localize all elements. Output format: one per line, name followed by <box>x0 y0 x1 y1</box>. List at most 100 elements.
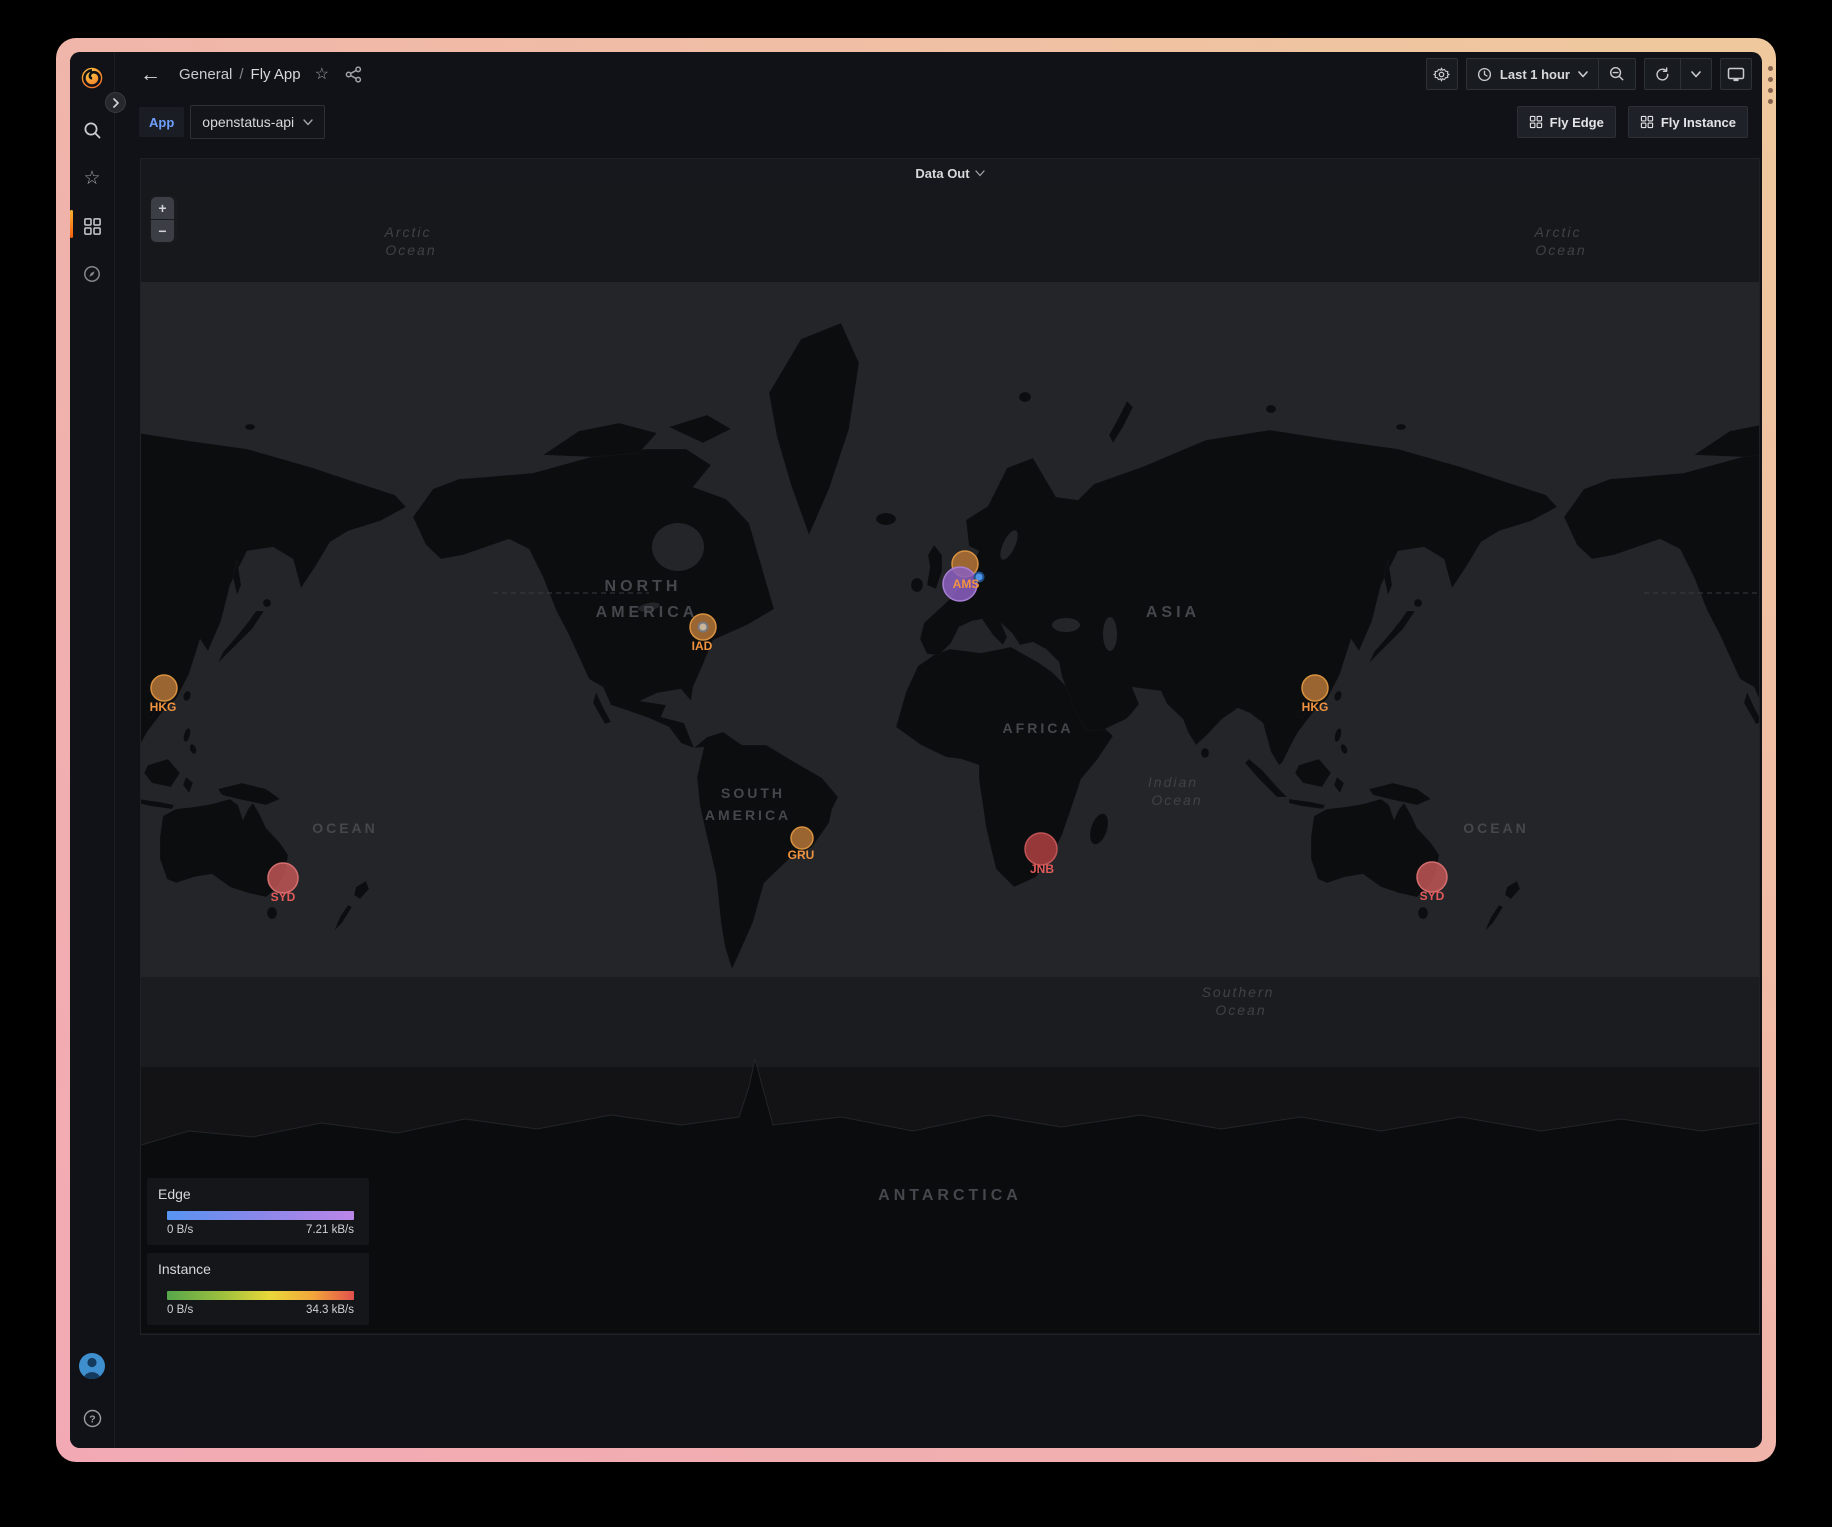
frame-handle-dots <box>1768 66 1773 104</box>
fly-edge-label: Fly Edge <box>1550 115 1604 130</box>
tv-mode-button[interactable] <box>1720 58 1752 90</box>
geo-label: Indian <box>1148 774 1198 790</box>
legend-instance: Instance 0 B/s 34.3 kB/s <box>147 1253 369 1325</box>
geo-label: Ocean <box>1535 242 1586 258</box>
grafana-logo-icon <box>79 65 105 91</box>
top-nav: ← General / Fly App ☆ <box>114 52 1762 96</box>
refresh-button[interactable] <box>1645 59 1680 89</box>
chevron-down-icon <box>1578 71 1588 78</box>
legend-instance-min: 0 B/s <box>167 1304 193 1316</box>
share-icon <box>345 66 362 83</box>
refresh-controls <box>1644 58 1712 90</box>
dashboard-links: Fly Edge Fly Instance <box>1517 106 1748 138</box>
time-range-label: Last 1 hour <box>1500 67 1570 82</box>
marker-instance-dot-iad <box>699 623 708 632</box>
legend-edge-title: Edge <box>158 1186 359 1202</box>
star-icon: ☆ <box>83 167 100 190</box>
breadcrumb-item-general[interactable]: General <box>179 66 232 83</box>
user-avatar[interactable] <box>70 1348 114 1384</box>
variable-label-app: App <box>139 107 184 137</box>
svg-text:AMS: AMS <box>953 577 980 591</box>
svg-text:JNB: JNB <box>1030 862 1054 876</box>
legend-instance-max: 34.3 kB/s <box>306 1304 354 1316</box>
sidebar-item-explore[interactable] <box>70 256 114 292</box>
monitor-icon <box>1727 66 1745 83</box>
grafana-logo[interactable] <box>70 60 114 96</box>
legend-edge-max: 7.21 kB/s <box>306 1224 354 1236</box>
marker-syd-west[interactable]: SYD <box>268 863 298 904</box>
geo-label: Arctic <box>1534 224 1582 240</box>
back-button[interactable]: ← <box>140 64 161 85</box>
sidebar-active-indicator <box>70 210 73 238</box>
svg-text:SYD: SYD <box>1420 889 1445 903</box>
panel-menu-chevron-icon <box>975 170 985 177</box>
svg-text:GRU: GRU <box>788 848 815 862</box>
legend-instance-title: Instance <box>158 1261 359 1277</box>
geo-label: ANTARCTICA <box>878 1187 1022 1204</box>
compass-icon <box>82 264 102 284</box>
map-zoom-control: + − <box>150 196 177 243</box>
sidebar: ☆ <box>70 52 115 1448</box>
breadcrumb-separator: / <box>239 66 243 83</box>
zoom-out-icon <box>1609 66 1625 82</box>
time-range-picker[interactable]: Last 1 hour <box>1467 59 1598 89</box>
fly-edge-button[interactable]: Fly Edge <box>1517 106 1616 138</box>
geo-label: AFRICA <box>1003 720 1074 736</box>
map-canvas[interactable]: Arctic Ocean Arctic Ocean NORTH AMERICA … <box>141 187 1759 1333</box>
legend-instance-gradient-bar <box>167 1291 354 1300</box>
refresh-icon <box>1655 67 1670 82</box>
sidebar-item-dashboards[interactable] <box>70 208 114 244</box>
favorite-star-button[interactable]: ☆ <box>315 64 329 84</box>
sidebar-expand-button[interactable] <box>105 92 126 113</box>
geo-label: Southern <box>1202 984 1275 1000</box>
gear-icon <box>1433 66 1450 83</box>
chevron-down-icon <box>1691 71 1701 78</box>
svg-text:IAD: IAD <box>692 639 713 653</box>
svg-text:SYD: SYD <box>271 890 296 904</box>
geo-label: Ocean <box>1151 792 1202 808</box>
geo-label: ASIA <box>1146 604 1200 621</box>
breadcrumb-item-fly-app: Fly App <box>251 66 301 83</box>
top-nav-right: Last 1 hour <box>1426 58 1752 90</box>
legend-edge-gradient-bar <box>167 1211 354 1220</box>
app-variable-dropdown[interactable]: openstatus-api <box>190 105 325 139</box>
legend-edge-min: 0 B/s <box>167 1224 193 1236</box>
marker-syd-east[interactable]: SYD <box>1417 862 1447 903</box>
help-button[interactable]: ? <box>70 1400 114 1436</box>
variables-toolbar: App openstatus-api Fly Edge <box>114 102 1762 142</box>
map-zoom-in-button[interactable]: + <box>151 197 174 219</box>
time-zoom-out-button[interactable] <box>1598 59 1635 89</box>
marker-jnb[interactable]: JNB <box>1025 833 1057 876</box>
avatar-icon <box>78 1352 106 1380</box>
dashboard-settings-button[interactable] <box>1426 58 1458 90</box>
world-map-svg: Arctic Ocean Arctic Ocean NORTH AMERICA … <box>141 187 1759 1333</box>
chevron-down-icon <box>303 119 313 126</box>
geo-label: Arctic <box>384 224 432 240</box>
geomap-panel: Data Out <box>140 158 1760 1335</box>
svg-text:HKG: HKG <box>150 700 177 714</box>
fly-instance-label: Fly Instance <box>1661 115 1736 130</box>
legend-edge: Edge 0 B/s 7.21 kB/s <box>147 1178 369 1245</box>
geo-label: Ocean <box>1215 1002 1266 1018</box>
time-controls: Last 1 hour <box>1466 58 1636 90</box>
sidebar-item-starred[interactable]: ☆ <box>70 160 114 196</box>
map-zoom-out-button[interactable]: − <box>151 220 174 242</box>
refresh-interval-dropdown[interactable] <box>1680 59 1711 89</box>
geo-label: NORTH <box>605 578 682 595</box>
grid-icon <box>1640 115 1654 129</box>
panel-header[interactable]: Data Out <box>141 159 1759 187</box>
share-button[interactable] <box>345 66 362 83</box>
svg-text:?: ? <box>89 1413 95 1425</box>
geo-label: Ocean <box>385 242 436 258</box>
marker-iad[interactable]: IAD <box>690 614 716 653</box>
marker-hkg-west[interactable]: HKG <box>150 675 177 714</box>
question-mark-icon: ? <box>82 1408 103 1429</box>
geo-label: OCEAN <box>1463 820 1529 836</box>
fly-instance-button[interactable]: Fly Instance <box>1628 106 1748 138</box>
sidebar-item-search[interactable] <box>70 112 114 148</box>
geo-label: AMERICA <box>596 604 699 621</box>
geo-label: AMERICA <box>705 807 791 823</box>
search-icon <box>82 120 102 140</box>
svg-text:HKG: HKG <box>1302 700 1329 714</box>
marker-hkg-east[interactable]: HKG <box>1302 675 1329 714</box>
